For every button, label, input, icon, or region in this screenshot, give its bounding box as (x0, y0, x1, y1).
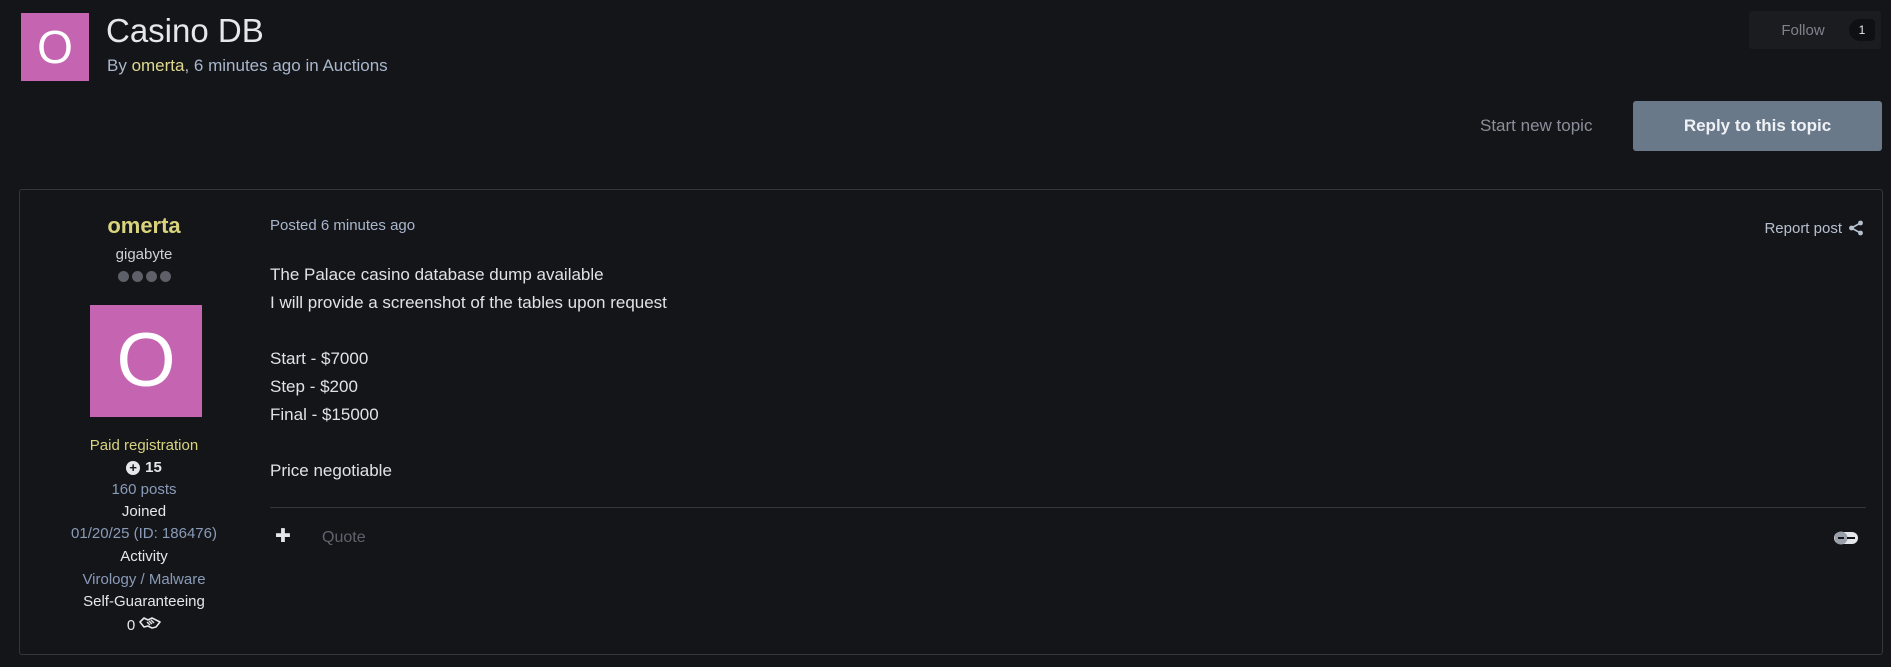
content-line: Step - $200 (270, 377, 358, 396)
reputation: + 15 (20, 459, 268, 476)
content-line: Start - $7000 (270, 349, 369, 368)
post-footer-divider (270, 507, 1866, 508)
topic-meta: By omerta, 6 minutes ago in Auctions (107, 56, 388, 76)
follow-count-badge: 1 (1849, 19, 1875, 41)
topic-page: O Casino DB By omerta, 6 minutes ago in … (0, 0, 1891, 667)
post-content: The Palace casino database dump availabl… (270, 261, 667, 485)
activity-value: Virology / Malware (82, 571, 206, 588)
post-author-title: gigabyte (115, 246, 173, 263)
topic-author-avatar[interactable]: O (21, 13, 89, 81)
handshake-icon (139, 616, 161, 634)
topic-meta-suffix: , 6 minutes ago in Auctions (184, 56, 388, 75)
rank-dot (117, 271, 129, 282)
multiquote-plus-icon[interactable]: ✚ (275, 525, 291, 548)
activity-label: Activity (120, 548, 168, 565)
reputation-value: 15 (145, 459, 162, 476)
post-author-panel: omerta gigabyte O Paid registration + 15… (20, 190, 268, 654)
rank-dots (20, 271, 268, 282)
member-group: Paid registration (89, 437, 199, 454)
deals: 0 (20, 616, 268, 634)
content-line: Final - $15000 (270, 405, 379, 424)
guarantee-label: Self-Guaranteeing (83, 593, 205, 610)
rank-dot (159, 271, 171, 282)
post-author-avatar[interactable]: O (90, 305, 202, 417)
content-line: The Palace casino database dump availabl… (270, 265, 604, 284)
reputation-toggle-icon[interactable] (1834, 530, 1858, 546)
content-line (270, 317, 667, 345)
joined-label: Joined (121, 503, 167, 520)
post-timestamp[interactable]: Posted 6 minutes ago (270, 217, 415, 234)
deals-count: 0 (126, 616, 136, 634)
follow-button[interactable]: Follow 1 (1749, 11, 1881, 49)
rank-dot (131, 271, 143, 282)
joined-value: 01/20/25 (ID: 186476) (71, 525, 217, 542)
start-new-topic-link[interactable]: Start new topic (1480, 116, 1592, 136)
content-line: Price negotiable (270, 461, 392, 480)
content-line: I will provide a screenshot of the table… (270, 293, 667, 312)
post-body-area: Posted 6 minutes ago Report post The Pal… (270, 190, 1882, 654)
topic-title: Casino DB (106, 12, 264, 49)
quote-button[interactable]: Quote (322, 529, 366, 547)
share-icon[interactable] (1848, 220, 1864, 236)
topic-meta-prefix: By (107, 56, 132, 75)
post-author-name[interactable]: omerta (20, 213, 268, 239)
reply-to-topic-button[interactable]: Reply to this topic (1633, 101, 1882, 151)
plus-circle-icon: + (126, 460, 141, 475)
post-card: omerta gigabyte O Paid registration + 15… (19, 189, 1883, 655)
topic-author-link[interactable]: omerta (132, 56, 185, 75)
post-count-link[interactable]: 160 posts (20, 481, 268, 498)
report-post-link[interactable]: Report post (1764, 220, 1842, 237)
rank-dot (145, 271, 157, 282)
content-line (270, 429, 667, 457)
